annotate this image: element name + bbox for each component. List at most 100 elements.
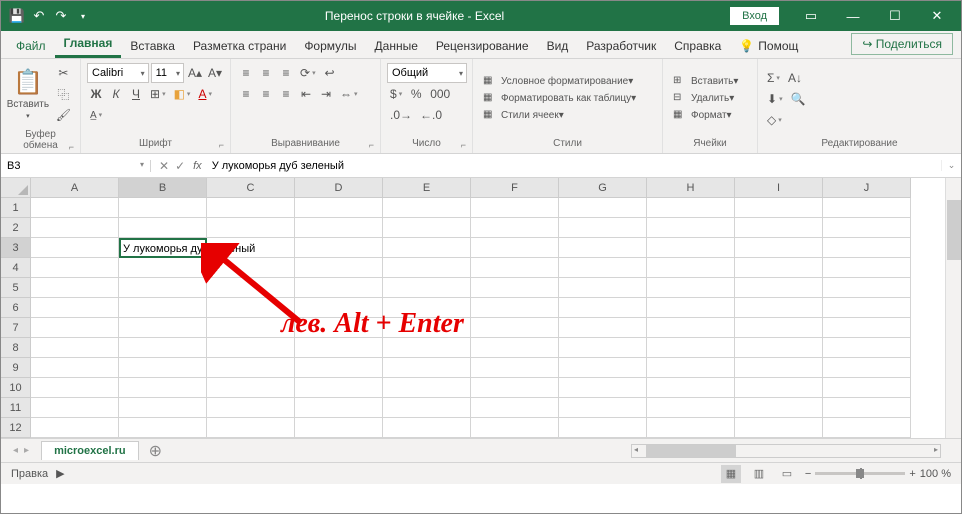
page-layout-view-button[interactable]: ▥ (749, 465, 769, 483)
sort-filter-button[interactable]: A↓ (785, 68, 805, 88)
cell-J7[interactable] (823, 318, 911, 338)
cell-H11[interactable] (647, 398, 735, 418)
cell-E3[interactable] (383, 238, 471, 258)
cell-A2[interactable] (31, 218, 119, 238)
format-table-button[interactable]: ▦Форматировать как таблицу ▾ (479, 91, 656, 107)
cell-C4[interactable] (207, 258, 295, 278)
row-header-8[interactable]: 8 (1, 338, 31, 358)
cell-A4[interactable] (31, 258, 119, 278)
cell-D7[interactable] (295, 318, 383, 338)
cell-I6[interactable] (735, 298, 823, 318)
cell-G4[interactable] (559, 258, 647, 278)
decrease-indent-button[interactable]: ⇤ (297, 84, 315, 104)
tab-help[interactable]: Справка (665, 34, 730, 58)
tellme-box[interactable]: 💡Помощ (730, 34, 807, 58)
font-size-combo[interactable]: 11 (151, 63, 184, 83)
sheet-nav-prev-icon[interactable]: ◂ (13, 445, 18, 456)
macro-record-icon[interactable]: ▶ (48, 467, 64, 480)
undo-icon[interactable]: ↶ (31, 8, 47, 24)
col-header-E[interactable]: E (383, 178, 471, 198)
comma-button[interactable]: 000 (427, 84, 453, 104)
horizontal-scrollbar[interactable] (631, 444, 941, 458)
cell-I9[interactable] (735, 358, 823, 378)
cell-A11[interactable] (31, 398, 119, 418)
cell-D4[interactable] (295, 258, 383, 278)
cell-I5[interactable] (735, 278, 823, 298)
cell-B11[interactable] (119, 398, 207, 418)
cell-B1[interactable] (119, 198, 207, 218)
cell-A6[interactable] (31, 298, 119, 318)
cell-H8[interactable] (647, 338, 735, 358)
cell-H2[interactable] (647, 218, 735, 238)
sheet-nav-next-icon[interactable]: ▸ (24, 445, 29, 456)
align-middle-button[interactable]: ≡ (257, 63, 275, 83)
font-dialog-icon[interactable]: ⌐ (219, 140, 224, 150)
cell-J5[interactable] (823, 278, 911, 298)
cell-J3[interactable] (823, 238, 911, 258)
phonetic-button[interactable]: A̲ (87, 105, 105, 125)
cell-F4[interactable] (471, 258, 559, 278)
ribbon-options-icon[interactable]: ▭ (791, 1, 831, 31)
zoom-level[interactable]: 100 % (920, 468, 951, 480)
normal-view-button[interactable]: ▦ (721, 465, 741, 483)
paste-button[interactable]: 📋Вставить▾ (7, 63, 49, 125)
cell-D8[interactable] (295, 338, 383, 358)
bold-button[interactable]: Ж (87, 84, 105, 104)
col-header-B[interactable]: B (119, 178, 207, 198)
cell-B12[interactable] (119, 418, 207, 438)
row-header-1[interactable]: 1 (1, 198, 31, 218)
zoom-in-button[interactable]: + (909, 468, 915, 480)
cell-G5[interactable] (559, 278, 647, 298)
cell-G11[interactable] (559, 398, 647, 418)
cell-C2[interactable] (207, 218, 295, 238)
align-right-button[interactable]: ≡ (277, 84, 295, 104)
cell-G2[interactable] (559, 218, 647, 238)
cell-H3[interactable] (647, 238, 735, 258)
qat-customize-icon[interactable]: ▾ (75, 8, 91, 24)
cell-J9[interactable] (823, 358, 911, 378)
cell-E7[interactable] (383, 318, 471, 338)
add-sheet-button[interactable]: ⊕ (139, 441, 172, 461)
save-icon[interactable]: 💾 (9, 8, 25, 24)
cell-H6[interactable] (647, 298, 735, 318)
tab-file[interactable]: Файл (7, 34, 55, 58)
cell-E8[interactable] (383, 338, 471, 358)
increase-decimal-button[interactable]: .0→ (387, 105, 415, 125)
autosum-button[interactable]: Σ (764, 68, 783, 88)
col-header-C[interactable]: C (207, 178, 295, 198)
conditional-format-button[interactable]: ▦Условное форматирование ▾ (479, 74, 656, 90)
cell-C12[interactable] (207, 418, 295, 438)
shrink-font-button[interactable]: A▾ (206, 63, 224, 83)
cell-F5[interactable] (471, 278, 559, 298)
underline-button[interactable]: Ч (127, 84, 145, 104)
insert-cells-button[interactable]: ⊞Вставить ▾ (669, 74, 751, 90)
cell-E12[interactable] (383, 418, 471, 438)
close-icon[interactable]: ✕ (917, 1, 957, 31)
cell-F1[interactable] (471, 198, 559, 218)
cell-D1[interactable] (295, 198, 383, 218)
cell-C10[interactable] (207, 378, 295, 398)
cell-G8[interactable] (559, 338, 647, 358)
cell-A1[interactable] (31, 198, 119, 218)
cell-I7[interactable] (735, 318, 823, 338)
cell-I3[interactable] (735, 238, 823, 258)
cell-E5[interactable] (383, 278, 471, 298)
row-header-12[interactable]: 12 (1, 418, 31, 438)
cell-G6[interactable] (559, 298, 647, 318)
col-header-G[interactable]: G (559, 178, 647, 198)
cell-G7[interactable] (559, 318, 647, 338)
cell-A3[interactable] (31, 238, 119, 258)
cell-A10[interactable] (31, 378, 119, 398)
cell-C7[interactable] (207, 318, 295, 338)
align-center-button[interactable]: ≡ (257, 84, 275, 104)
cell-J11[interactable] (823, 398, 911, 418)
col-header-H[interactable]: H (647, 178, 735, 198)
cell-A8[interactable] (31, 338, 119, 358)
col-header-A[interactable]: A (31, 178, 119, 198)
cell-F3[interactable] (471, 238, 559, 258)
cell-B2[interactable] (119, 218, 207, 238)
cell-I10[interactable] (735, 378, 823, 398)
cell-G3[interactable] (559, 238, 647, 258)
cell-G1[interactable] (559, 198, 647, 218)
col-header-F[interactable]: F (471, 178, 559, 198)
